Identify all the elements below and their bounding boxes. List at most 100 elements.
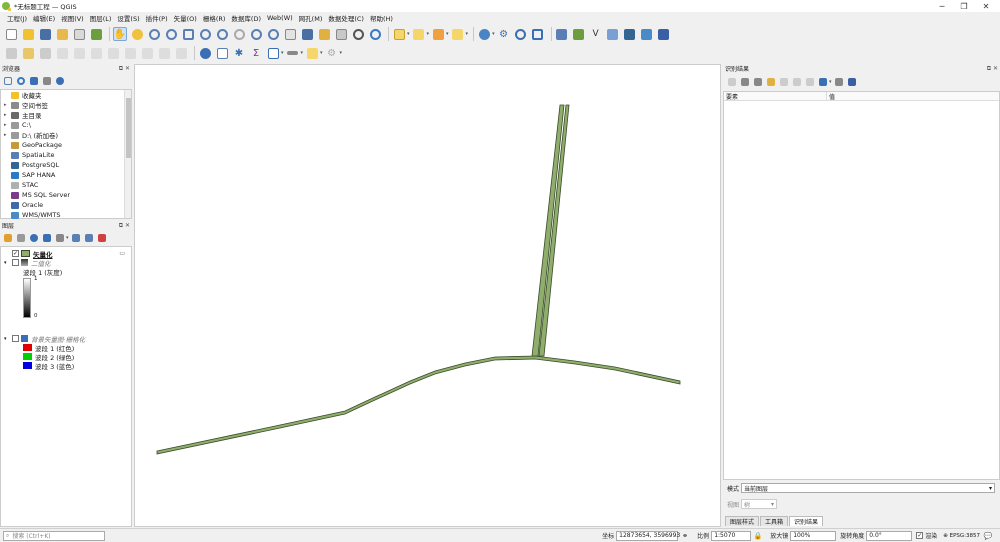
menu-raster[interactable]: 栅格(R) (200, 13, 229, 23)
expand-arrow-icon[interactable]: ▸ (4, 102, 11, 108)
browser-scrollbar[interactable] (124, 90, 131, 218)
toggle-extents-icon[interactable]: ⚭ (680, 531, 690, 541)
tab-toolbox[interactable]: 工具箱 (760, 516, 789, 526)
identify-table[interactable]: 要素 值 (723, 91, 1000, 480)
menu-edit[interactable]: 编辑(E) (30, 13, 58, 23)
add-wms-icon[interactable] (640, 27, 654, 41)
paste-features-icon[interactable] (140, 46, 154, 60)
menu-help[interactable]: 帮助(H) (367, 13, 396, 23)
zoom-last-icon[interactable] (249, 27, 263, 41)
expand-new-icon[interactable] (753, 77, 763, 87)
layer-visibility-checkbox[interactable]: ✓ (12, 250, 19, 257)
copy-feature-icon[interactable] (792, 77, 802, 87)
add-spatialite-icon[interactable] (606, 27, 620, 41)
pan-map-icon[interactable]: ✋ (113, 27, 127, 41)
redo-icon[interactable] (174, 46, 188, 60)
new-print-layout-icon[interactable] (55, 27, 69, 41)
browser-item[interactable]: WMS/WMTS (1, 210, 131, 220)
expand-arrow-icon[interactable]: ▸ (4, 112, 11, 118)
select-feature-icon[interactable] (779, 77, 789, 87)
plugin-gear-icon[interactable]: ⚙ (325, 46, 339, 60)
expand-arrow-icon[interactable]: ▾ (4, 260, 12, 266)
locator-search-input[interactable]: ⌕ 搜索 (Ctrl+K) (3, 530, 105, 541)
menu-database[interactable]: 数据库(D) (228, 13, 264, 23)
browser-item[interactable]: ▸ 主目录 (1, 110, 131, 120)
add-vector-layer-icon[interactable] (555, 27, 569, 41)
refresh-icon[interactable] (368, 27, 382, 41)
panel-controls-icon[interactable]: ⧉ ✕ (119, 65, 130, 73)
road-feature-branch[interactable] (531, 104, 570, 357)
show-bookmarks-icon[interactable] (334, 27, 348, 41)
zoom-full-icon[interactable] (181, 27, 195, 41)
messages-icon[interactable]: 💬 (982, 531, 994, 541)
browser-item[interactable]: 收藏夹 (1, 90, 131, 100)
select-by-location-icon[interactable] (451, 27, 465, 41)
add-selected-icon[interactable] (3, 76, 13, 86)
lock-scale-icon[interactable]: 🔒 (753, 531, 763, 541)
zoom-native-icon[interactable] (232, 27, 246, 41)
filter-expression-icon[interactable] (55, 233, 65, 243)
gear-icon[interactable]: ⚙ (497, 27, 511, 41)
measure-icon[interactable] (286, 46, 300, 60)
annotation-icon[interactable] (305, 46, 319, 60)
magnifier-field[interactable]: 100% (790, 530, 837, 541)
menu-layer[interactable]: 图层(L) (87, 13, 115, 23)
new-3d-map-icon[interactable] (300, 27, 314, 41)
browser-item[interactable]: GeoPackage (1, 140, 131, 150)
filter-icon[interactable] (29, 76, 39, 86)
remove-layer-icon[interactable] (97, 233, 107, 243)
menu-vector[interactable]: 矢量(O) (171, 13, 200, 23)
cut-features-icon[interactable] (106, 46, 120, 60)
browser-item[interactable]: STAC (1, 180, 131, 190)
layer-indicator-icon[interactable]: ▭ (119, 250, 125, 257)
add-raster-layer-icon[interactable] (572, 27, 586, 41)
copy-features-icon[interactable] (123, 46, 137, 60)
tab-layer-styling[interactable]: 图层样式 (725, 516, 760, 526)
menu-view[interactable]: 视图(V) (58, 13, 87, 23)
save-edits-icon[interactable] (38, 46, 52, 60)
browser-item[interactable]: ▸ D:\ (新加卷) (1, 130, 131, 140)
map-tips-icon[interactable] (266, 46, 280, 60)
attribute-table-icon[interactable] (215, 46, 229, 60)
manage-visibility-icon[interactable] (29, 233, 39, 243)
select-features-icon[interactable] (392, 27, 406, 41)
settings-wrench-icon[interactable] (834, 77, 844, 87)
add-virtual-layer-icon[interactable] (657, 27, 671, 41)
vertex-tool-icon[interactable] (72, 46, 86, 60)
menu-project[interactable]: 工程(J) (4, 13, 30, 23)
menu-plugins[interactable]: 插件(P) (143, 13, 171, 23)
layer-visibility-checkbox[interactable] (12, 259, 19, 266)
tab-identify-results[interactable]: 识别结果 (789, 516, 824, 526)
statistics-icon[interactable]: Σ (249, 46, 263, 60)
browser-item[interactable]: Oracle (1, 200, 131, 210)
menu-processing[interactable]: 数据处理(C) (325, 13, 367, 23)
expand-tree-icon[interactable] (727, 77, 737, 87)
clear-results-icon[interactable] (766, 77, 776, 87)
menu-mesh[interactable]: 网孔(M) (296, 13, 326, 23)
identify-icon[interactable] (198, 46, 212, 60)
filter-legend-icon[interactable] (42, 233, 52, 243)
browser-item[interactable]: SAP HANA (1, 170, 131, 180)
panel-controls-icon[interactable]: ⧉ ✕ (119, 222, 130, 230)
delete-selected-icon[interactable] (89, 46, 103, 60)
rotation-field[interactable]: 0.0° (866, 530, 913, 541)
identify-mode-icon[interactable] (818, 77, 828, 87)
digitize-icon[interactable] (477, 27, 491, 41)
expand-all-icon[interactable] (71, 233, 81, 243)
undo-icon[interactable] (157, 46, 171, 60)
temporal-controller-icon[interactable] (351, 27, 365, 41)
search-icon[interactable] (514, 27, 528, 41)
expand-arrow-icon[interactable]: ▸ (4, 122, 11, 128)
new-bookmark-icon[interactable] (317, 27, 331, 41)
browser-item[interactable]: MS SQL Server (1, 190, 131, 200)
panel-controls-icon[interactable]: ⧉ ✕ (987, 65, 998, 73)
layer-vector[interactable]: ✓ 矢量化 ▭ (1, 249, 131, 259)
column-value[interactable]: 值 (827, 92, 999, 101)
collapse-all-icon[interactable] (42, 76, 52, 86)
style-manager-icon[interactable] (89, 27, 103, 41)
print-icon[interactable] (805, 77, 815, 87)
browser-item[interactable]: ▸ C:\ (1, 120, 131, 130)
layer-raster-binary[interactable]: ▾ 二值化 (1, 258, 131, 268)
zoom-out-icon[interactable] (164, 27, 178, 41)
help-icon[interactable] (847, 77, 857, 87)
